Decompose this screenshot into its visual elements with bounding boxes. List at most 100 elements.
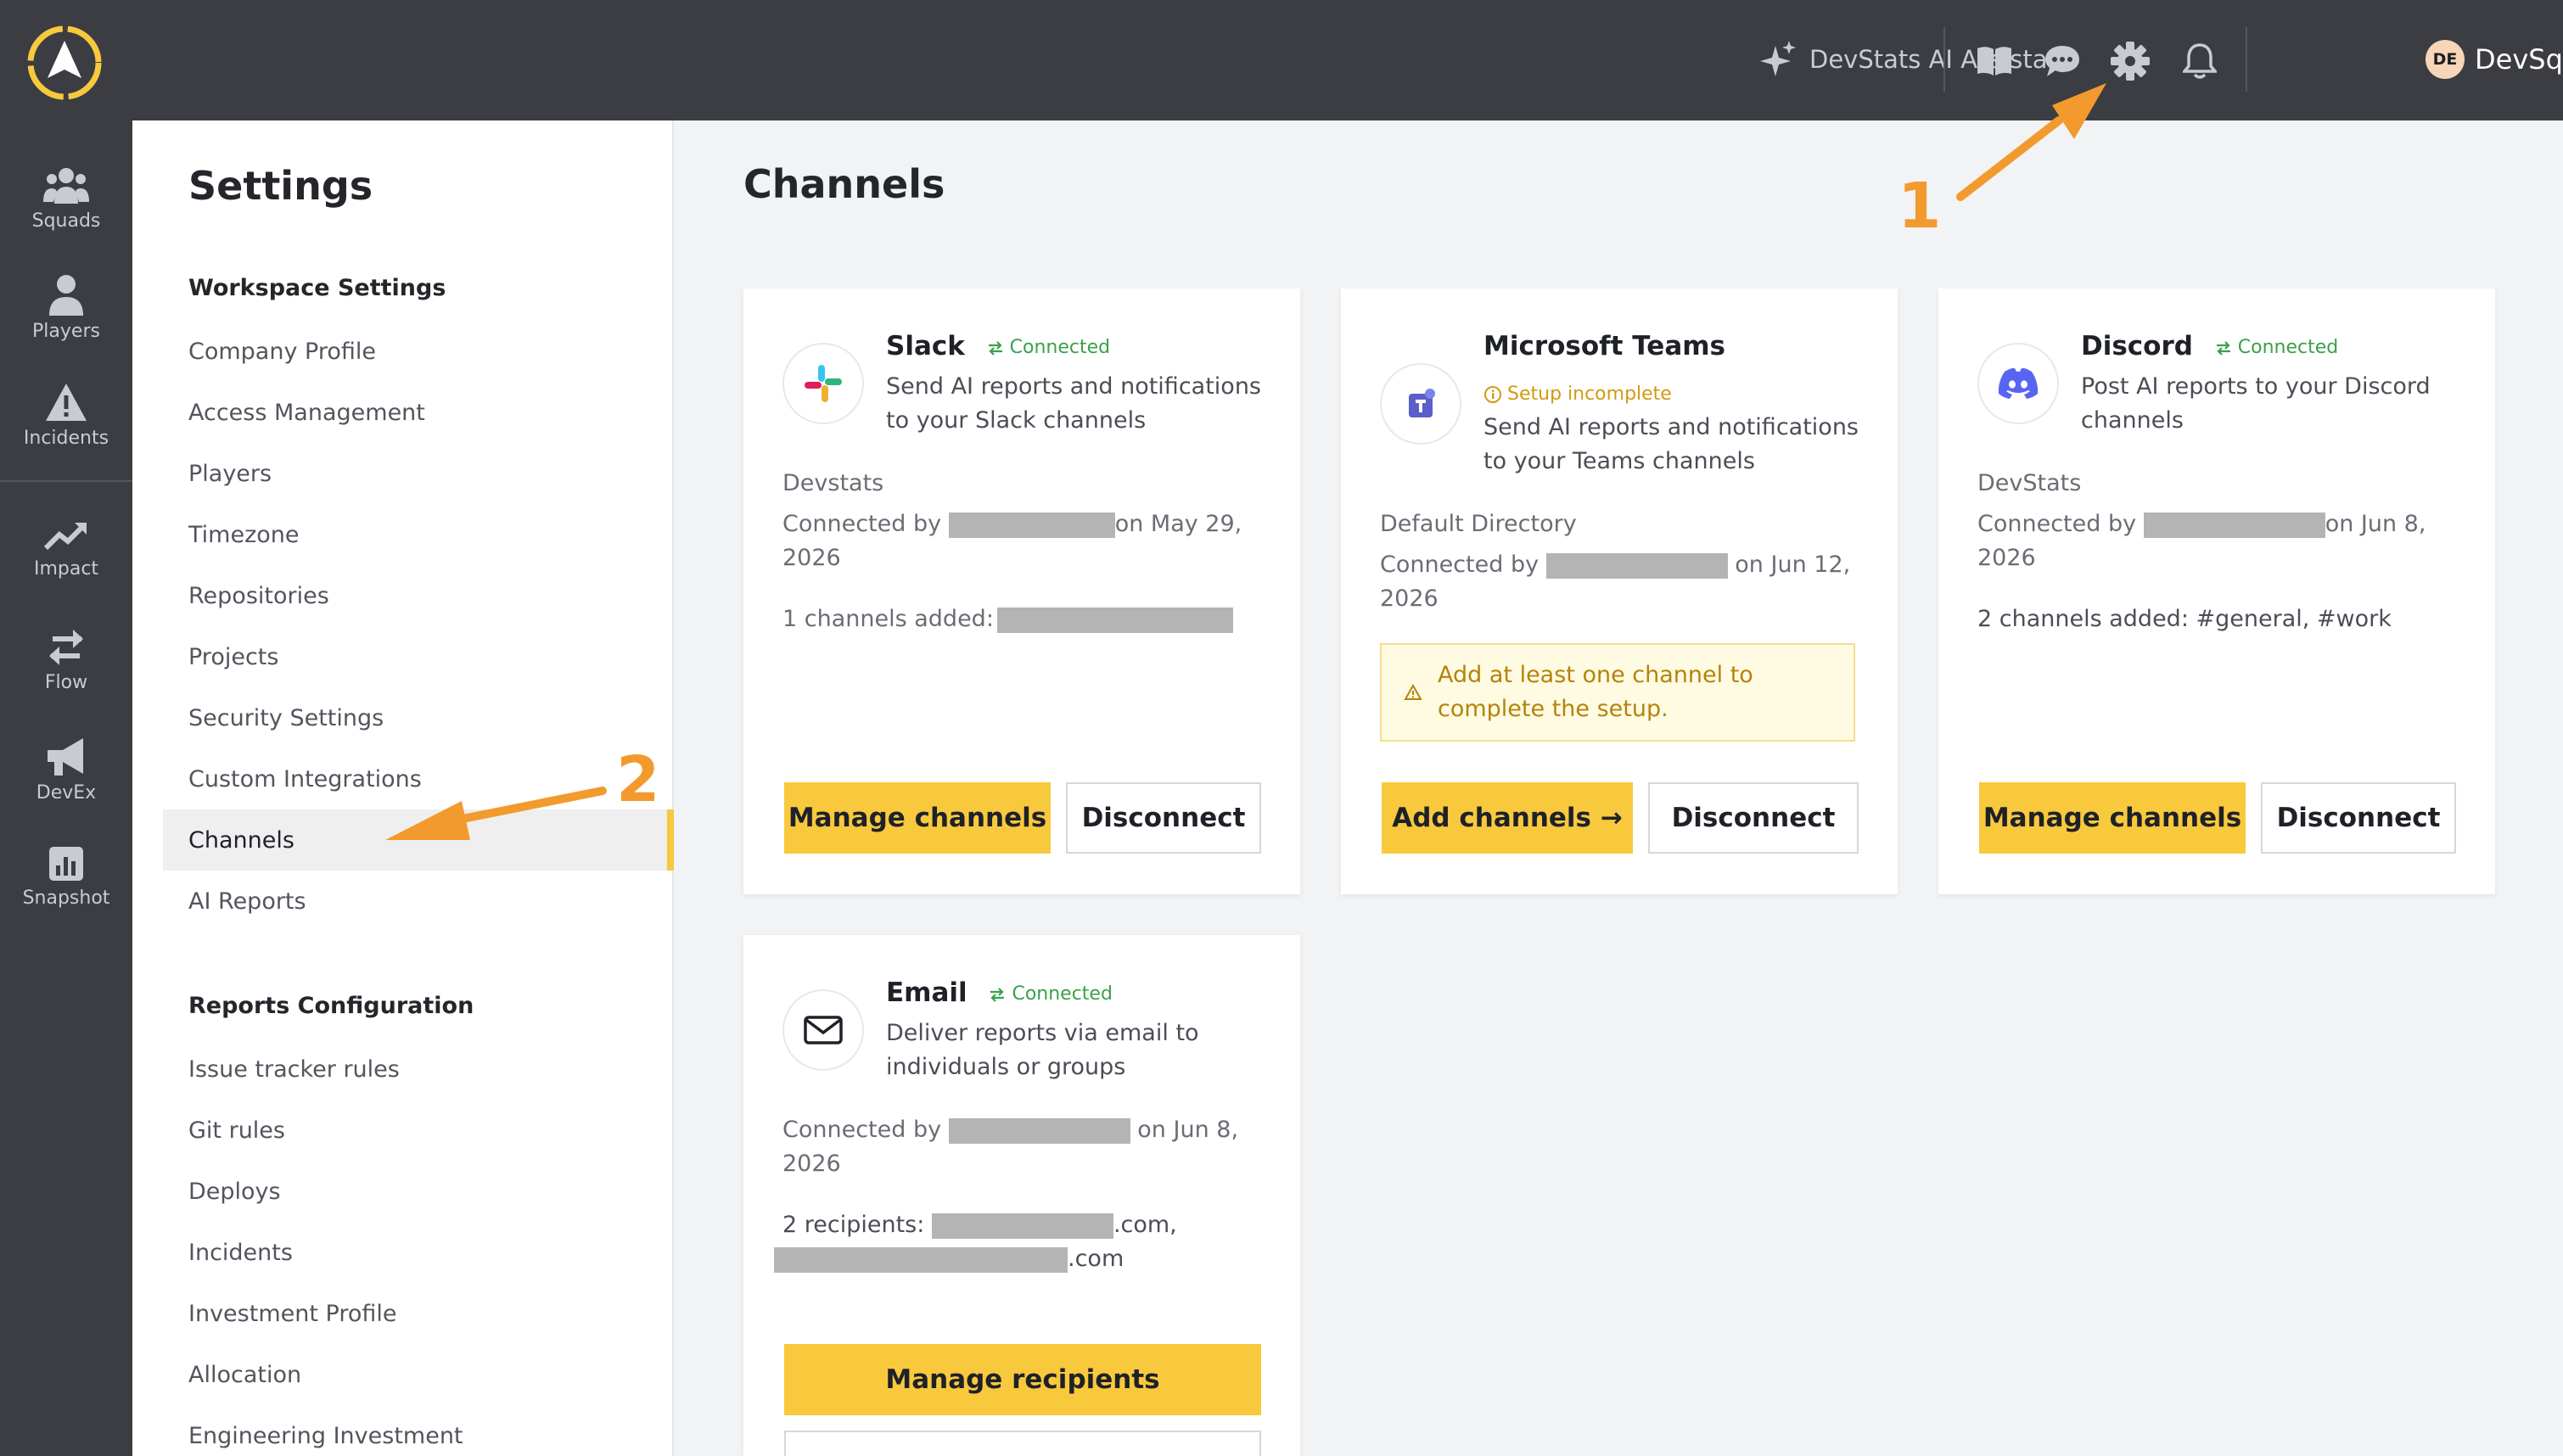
nav-repositories[interactable]: Repositories xyxy=(163,565,674,626)
email-status-text: Connected xyxy=(1012,983,1113,1005)
recipient-domain: .com xyxy=(1068,1246,1124,1272)
nav-incidents[interactable]: Incidents xyxy=(163,1222,674,1283)
gear-icon xyxy=(2111,42,2150,81)
teams-name: Microsoft Teams xyxy=(1483,331,1726,361)
bell-icon xyxy=(2183,43,2217,79)
nav-access-management[interactable]: Access Management xyxy=(163,382,674,443)
chat-button[interactable] xyxy=(2039,37,2086,85)
connected-prefix: Connected by xyxy=(1380,552,1539,578)
discord-manage-channels-button[interactable]: Manage channels xyxy=(1979,782,2246,854)
connected-prefix: Connected by xyxy=(782,1117,942,1143)
nav-issue-tracker-rules[interactable]: Issue tracker rules xyxy=(163,1039,674,1100)
discord-channels-added: 2 channels added: #general, #work xyxy=(1977,606,2392,632)
rail-label: DevEx xyxy=(36,782,97,804)
teams-setup-alert: Add at least one channel to complete the… xyxy=(1380,643,1855,742)
rail-item-flow[interactable]: Flow xyxy=(0,619,132,713)
email-manage-recipients-button[interactable]: Manage recipients xyxy=(784,1344,1261,1415)
nav-players[interactable]: Players xyxy=(163,443,674,504)
annotation-arrow-1 xyxy=(1956,116,2063,201)
teams-description: Send AI reports and notifications to you… xyxy=(1483,414,1859,474)
connected-icon xyxy=(990,987,1005,1002)
connected-date: on Jun 12, xyxy=(1735,552,1851,578)
avatar: DE xyxy=(2426,40,2465,79)
slack-manage-channels-button[interactable]: Manage channels xyxy=(784,782,1051,854)
warning-icon xyxy=(1404,684,1422,700)
slack-card: Slack Connected Send AI reports and noti… xyxy=(743,288,1300,894)
info-circle-icon xyxy=(1484,385,1501,403)
teams-status-badge: Setup incomplete xyxy=(1483,384,1672,405)
topbar-divider xyxy=(1943,27,1945,92)
teams-card: Microsoft Teams Setup incomplete Send AI… xyxy=(1341,288,1898,894)
teams-status-text: Setup incomplete xyxy=(1507,384,1672,405)
nav-company-profile[interactable]: Company Profile xyxy=(163,321,674,382)
slack-disconnect-button[interactable]: Disconnect xyxy=(1066,782,1261,854)
redacted-recipient xyxy=(931,1212,1113,1239)
discord-description: Post AI reports to your Discord channels xyxy=(2081,373,2431,434)
workspace-settings-heading: Workspace Settings xyxy=(188,275,446,301)
slack-workspace: Devstats xyxy=(782,470,884,496)
nav-investment-profile[interactable]: Investment Profile xyxy=(163,1283,674,1344)
rail-item-squads[interactable]: Squads xyxy=(0,156,132,249)
reports-configuration-heading: Reports Configuration xyxy=(188,993,474,1019)
nav-timezone[interactable]: Timezone xyxy=(163,504,674,565)
redacted-recipient xyxy=(774,1246,1068,1273)
ai-assistant-button[interactable]: DevStats AI Assistant xyxy=(1760,39,2072,80)
user-name: DevSquad xyxy=(2475,43,2563,76)
teams-disconnect-button[interactable]: Disconnect xyxy=(1648,782,1859,854)
slack-logo-icon xyxy=(782,343,864,424)
email-disconnect-button[interactable] xyxy=(784,1431,1261,1456)
rail-item-impact[interactable]: Impact xyxy=(0,511,132,604)
settings-sidebar: Settings Workspace Settings Company Prof… xyxy=(132,120,674,1456)
rail-item-incidents[interactable]: Incidents xyxy=(0,373,132,467)
nav-channels[interactable]: Channels xyxy=(163,809,674,871)
discord-disconnect-button[interactable]: Disconnect xyxy=(2261,782,2456,854)
rail-item-snapshot[interactable]: Snapshot xyxy=(0,837,132,930)
nav-engineering-investment[interactable]: Engineering Investment xyxy=(163,1405,674,1456)
teams-workspace: Default Directory xyxy=(1380,511,1577,537)
email-logo-icon xyxy=(782,989,864,1071)
channels-added-label: 1 channels added: xyxy=(782,606,994,632)
annotation-step-2: 2 xyxy=(616,743,660,816)
connected-year: 2026 xyxy=(1977,545,2036,571)
page-title: Channels xyxy=(743,161,945,207)
sparkle-icon xyxy=(1760,41,1796,76)
warning-icon xyxy=(46,384,87,421)
ai-assistant-label: DevStats AI Assistant xyxy=(1809,45,2073,74)
email-recipients: 2 recipients: .com, .com xyxy=(774,1208,1258,1276)
rail-label: Snapshot xyxy=(22,888,110,909)
rail-item-devex[interactable]: DevEx xyxy=(0,728,132,821)
discord-name: Discord xyxy=(2081,331,2193,361)
arrows-swap-icon xyxy=(49,630,83,665)
settings-button[interactable] xyxy=(2106,37,2154,85)
nav-ai-reports[interactable]: AI Reports xyxy=(163,871,674,932)
email-description: Deliver reports via email to individuals… xyxy=(886,1020,1199,1080)
nav-allocation[interactable]: Allocation xyxy=(163,1344,674,1405)
rail-label: Incidents xyxy=(23,428,109,449)
connected-year: 2026 xyxy=(782,545,841,571)
player-icon xyxy=(49,275,83,316)
left-rail: Squads Players Incidents Impact Flow Dev… xyxy=(0,0,132,1456)
bar-chart-icon xyxy=(49,847,83,881)
connected-date: on May 29, xyxy=(1114,511,1242,537)
connected-icon xyxy=(2216,340,2230,356)
user-menu[interactable]: DE DevSquad xyxy=(2426,37,2563,81)
app-logo-icon[interactable] xyxy=(25,24,104,102)
nav-projects[interactable]: Projects xyxy=(163,626,674,687)
teams-add-channels-button[interactable]: Add channels → xyxy=(1382,782,1633,854)
rail-label: Players xyxy=(32,321,100,342)
slack-connected-by: Connected by on May 29, 2026 xyxy=(782,507,1258,575)
nav-custom-integrations[interactable]: Custom Integrations xyxy=(163,748,674,809)
slack-status-badge: Connected xyxy=(986,337,1110,358)
rail-item-players[interactable]: Players xyxy=(0,265,132,358)
nav-deploys[interactable]: Deploys xyxy=(163,1161,674,1222)
discord-workspace: DevStats xyxy=(1977,470,2082,496)
rail-label: Impact xyxy=(33,558,99,580)
email-name: Email xyxy=(886,977,967,1008)
connected-date: on Jun 8, xyxy=(2325,511,2426,537)
docs-button[interactable] xyxy=(1971,37,2018,85)
discord-status-text: Connected xyxy=(2237,337,2339,358)
slack-channels-added: 1 channels added: xyxy=(782,602,1258,636)
nav-security-settings[interactable]: Security Settings xyxy=(163,687,674,748)
nav-git-rules[interactable]: Git rules xyxy=(163,1100,674,1161)
notifications-button[interactable] xyxy=(2176,37,2224,85)
